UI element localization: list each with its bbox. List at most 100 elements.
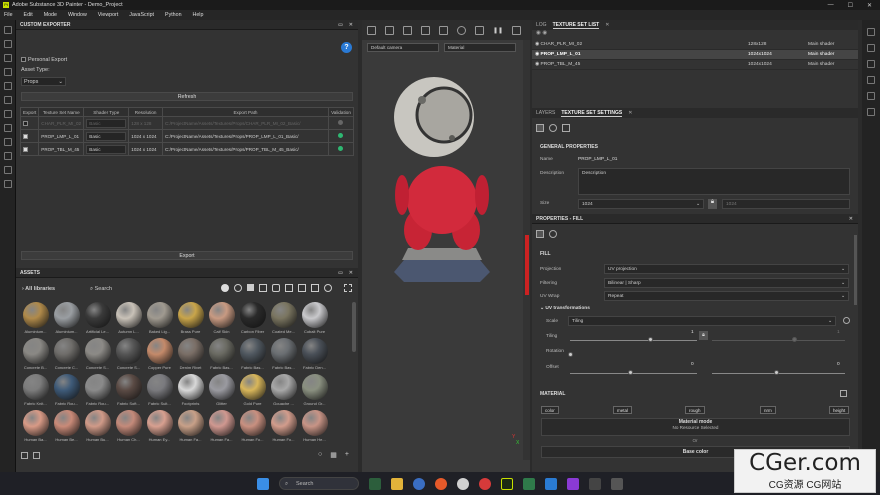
textures-filter-icon[interactable] <box>247 284 254 291</box>
asset-tile[interactable]: Gold Pure <box>237 374 268 410</box>
camera-icon[interactable] <box>439 25 448 35</box>
grid-view-icon[interactable] <box>344 284 352 292</box>
menu-file[interactable]: File <box>4 12 13 18</box>
asset-tile[interactable]: Fabric Suit... <box>144 374 175 410</box>
brushes-filter-icon[interactable] <box>272 284 280 292</box>
undock-icon[interactable]: ▭ <box>338 270 343 276</box>
close-tab-icon[interactable]: ✕ <box>605 22 609 28</box>
channel-metal-button[interactable]: metal <box>613 406 633 414</box>
offset-slider-handle[interactable] <box>628 370 633 375</box>
export-icon[interactable] <box>4 124 12 132</box>
asset-tile[interactable]: Ground Gr... <box>299 374 330 410</box>
close-icon[interactable]: ✕ <box>867 2 872 9</box>
pause-icon[interactable]: ❚❚ <box>493 27 503 34</box>
asset-tile[interactable]: Concrete S... <box>82 338 113 374</box>
menu-javascript[interactable]: JavaScript <box>129 12 154 18</box>
lock-icon[interactable]: 🔒︎ <box>708 199 717 209</box>
render-icon[interactable] <box>457 25 466 35</box>
tiling-slider[interactable] <box>570 340 697 341</box>
generators-filter-icon[interactable] <box>298 284 306 292</box>
asset-tile[interactable]: Gouache ... <box>268 374 299 410</box>
eraser-icon[interactable] <box>4 40 12 48</box>
filters-filter-icon[interactable] <box>285 284 293 292</box>
grid-toggle-icon[interactable] <box>367 25 376 35</box>
export-checkbox[interactable] <box>23 120 28 126</box>
taskbar-search[interactable]: ⌕ Search <box>279 477 359 490</box>
undock-icon[interactable]: ▭ <box>338 22 343 28</box>
picker-icon[interactable] <box>4 110 12 118</box>
properties-scrollbar[interactable] <box>854 235 857 305</box>
close-panel-icon[interactable]: ✕ <box>349 270 353 276</box>
scrollbar[interactable] <box>352 302 356 352</box>
circle-icon[interactable]: ○ <box>318 451 322 459</box>
geometry-fill-icon[interactable] <box>4 68 12 76</box>
asset-tile[interactable]: Glitter <box>206 374 237 410</box>
app-icon[interactable] <box>457 477 469 490</box>
asset-tile[interactable]: Fabric Bas... <box>268 338 299 374</box>
asset-tile[interactable]: Human He... <box>299 410 330 446</box>
close-panel-icon[interactable]: ✕ <box>849 216 853 222</box>
description-field[interactable]: Description <box>578 168 850 195</box>
screenshot-icon[interactable] <box>475 25 484 35</box>
share-icon[interactable] <box>512 25 522 35</box>
python-icon[interactable] <box>4 138 12 146</box>
menu-python[interactable]: Python <box>165 12 182 18</box>
library-selector[interactable]: › All libraries <box>22 286 55 292</box>
asset-tile[interactable]: Concrete C... <box>51 338 82 374</box>
asset-tile[interactable]: Copper Pure <box>144 338 175 374</box>
asset-type-select[interactable]: Props ⌄ <box>21 77 66 86</box>
substance-painter-icon[interactable] <box>501 477 513 490</box>
uv-wrap-select[interactable]: Repeat ⌄ <box>604 291 849 301</box>
asset-tile[interactable]: Human Ba... <box>20 410 51 446</box>
menu-edit[interactable]: Edit <box>24 12 33 18</box>
asset-tile[interactable]: Artificial Le... <box>82 302 113 338</box>
projection-icon[interactable] <box>4 54 12 62</box>
export-checkbox[interactable] <box>23 133 28 139</box>
add-icon[interactable]: + <box>345 451 349 459</box>
tiling-slider-v-handle[interactable] <box>792 337 797 342</box>
offset-slider[interactable] <box>570 373 697 374</box>
maximize-icon[interactable]: ☐ <box>848 2 853 9</box>
asset-tile[interactable]: Human Fo... <box>237 410 268 446</box>
clone-icon[interactable] <box>4 96 12 104</box>
materials-filter-icon[interactable] <box>221 284 229 292</box>
camera-dropdown[interactable]: Default camera <box>367 43 439 52</box>
shader-select[interactable]: Basic <box>86 144 127 154</box>
grid-small-icon[interactable]: ▦ <box>330 451 337 459</box>
bake-icon[interactable] <box>562 124 570 132</box>
asset-tile[interactable]: Fabric Rou... <box>51 374 82 410</box>
close-tab-icon[interactable]: ✕ <box>628 110 632 116</box>
asset-tile[interactable]: Aluminium... <box>51 302 82 338</box>
asset-tile[interactable]: Footprints <box>175 374 206 410</box>
menu-help[interactable]: Help <box>193 12 204 18</box>
asset-tile[interactable]: Human Bu... <box>82 410 113 446</box>
asset-tile[interactable]: Baked Lig... <box>144 302 175 338</box>
refresh-button[interactable]: Refresh <box>21 92 353 101</box>
channel-rough-button[interactable]: rough <box>685 406 705 414</box>
list-icon[interactable] <box>21 452 28 459</box>
asset-tile[interactable]: Brass Pure <box>175 302 206 338</box>
layers-panel-icon[interactable] <box>867 44 875 52</box>
export-button[interactable]: Export <box>21 251 353 260</box>
tab-texture-set-list[interactable]: TEXTURE SET LIST <box>552 22 600 29</box>
asset-tile[interactable]: Human Ey... <box>144 410 175 446</box>
asset-tile[interactable]: Human Fa... <box>175 410 206 446</box>
projection-select[interactable]: UV projection ⌄ <box>604 264 849 274</box>
display-mode-dropdown[interactable]: Material <box>444 43 516 52</box>
viewport[interactable]: Y X <box>362 20 530 472</box>
history-icon[interactable] <box>867 108 875 116</box>
asset-tile[interactable]: Fabric Bas... <box>206 338 237 374</box>
environments-filter-icon[interactable] <box>311 284 319 292</box>
minimize-icon[interactable]: — <box>828 2 834 9</box>
export-checkbox[interactable] <box>23 146 28 152</box>
shader-settings-icon[interactable] <box>867 92 875 100</box>
box-icon[interactable] <box>4 180 12 188</box>
texture-set-list-icon[interactable] <box>867 28 875 36</box>
texture-set-row[interactable]: ◉ CHAR_PLR_MI_02 128x128 Main shader <box>532 40 858 50</box>
viewport-scrollbar[interactable] <box>523 40 530 460</box>
eye-icon[interactable]: ◉ <box>535 62 539 67</box>
search-field[interactable]: ⌕ Search <box>90 286 112 293</box>
file-explorer-icon[interactable] <box>391 477 403 490</box>
tab-texture-set-settings[interactable]: TEXTURE SET SETTINGS <box>561 110 623 117</box>
brush-icon[interactable] <box>4 26 12 34</box>
